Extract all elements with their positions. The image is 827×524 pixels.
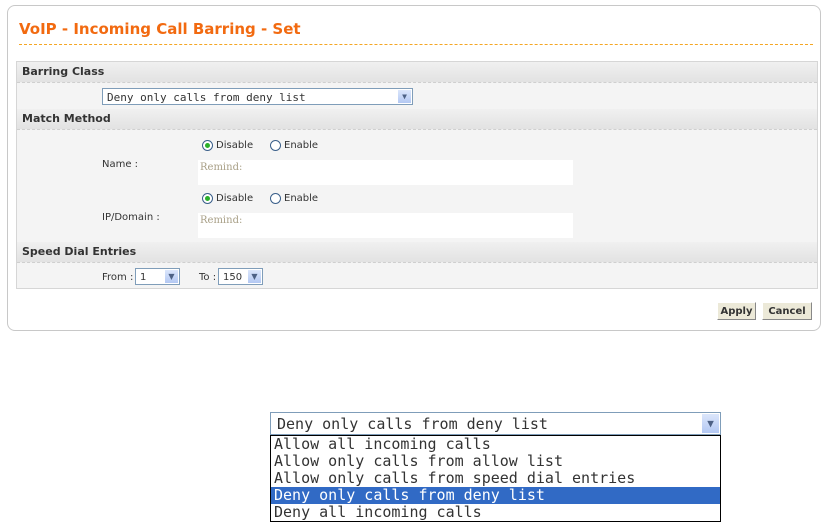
- section-header-match-method: Match Method: [17, 109, 817, 130]
- dropdown-selected-value: Deny only calls from deny list: [277, 415, 548, 433]
- ip-domain-label: IP/Domain :: [102, 212, 160, 223]
- ip-domain-remind-textarea[interactable]: Remind:: [198, 213, 573, 238]
- radio-checked-icon: [202, 140, 213, 151]
- dropdown-option[interactable]: Allow only calls from speed dial entries: [271, 470, 720, 487]
- ip-domain-disable-radio[interactable]: Disable: [202, 193, 253, 204]
- dropdown-option-highlighted[interactable]: Deny only calls from deny list: [271, 487, 720, 504]
- from-label: From :: [102, 272, 134, 283]
- barring-class-value: Deny only calls from deny list: [107, 91, 306, 104]
- cancel-button[interactable]: Cancel: [762, 302, 812, 320]
- radio-label: Enable: [284, 140, 319, 151]
- radio-unchecked-icon: [270, 140, 281, 151]
- barring-class-dropdown-expanded: Deny only calls from deny list ▼ Allow a…: [270, 412, 721, 522]
- from-select[interactable]: 1 ▼: [135, 268, 180, 285]
- chevron-down-icon: ▼: [702, 414, 719, 433]
- chevron-down-icon: ▼: [248, 270, 261, 283]
- dropdown-option[interactable]: Allow all incoming calls: [271, 436, 720, 453]
- settings-table: Barring Class Deny only calls from deny …: [16, 61, 818, 289]
- name-label: Name :: [102, 159, 139, 170]
- section-header-speed-dial: Speed Dial Entries: [17, 242, 817, 263]
- settings-panel: VoIP - Incoming Call Barring - Set Barri…: [7, 5, 821, 331]
- apply-button[interactable]: Apply: [717, 302, 756, 320]
- name-enable-radio[interactable]: Enable: [270, 140, 318, 151]
- radio-checked-icon: [202, 193, 213, 204]
- barring-class-select[interactable]: Deny only calls from deny list ▼: [102, 88, 413, 105]
- ip-domain-enable-radio[interactable]: Enable: [270, 193, 318, 204]
- dropdown-option[interactable]: Allow only calls from allow list: [271, 453, 720, 470]
- title-divider: [19, 44, 813, 45]
- name-disable-radio[interactable]: Disable: [202, 140, 253, 151]
- to-value: 150: [223, 272, 243, 283]
- name-remind-textarea[interactable]: Remind:: [198, 160, 573, 185]
- section-header-barring-class: Barring Class: [17, 62, 817, 83]
- from-value: 1: [140, 272, 147, 283]
- page-title: VoIP - Incoming Call Barring - Set: [19, 20, 301, 38]
- chevron-down-icon: ▼: [165, 270, 178, 283]
- radio-unchecked-icon: [270, 193, 281, 204]
- to-label: To :: [199, 272, 217, 283]
- dropdown-option[interactable]: Deny all incoming calls: [271, 504, 720, 521]
- chevron-down-icon: ▼: [398, 90, 411, 103]
- dropdown-select[interactable]: Deny only calls from deny list ▼: [270, 412, 721, 435]
- radio-label: Disable: [216, 140, 254, 151]
- radio-label: Disable: [216, 193, 254, 204]
- radio-label: Enable: [284, 193, 319, 204]
- to-select[interactable]: 150 ▼: [218, 268, 263, 285]
- dropdown-options-list: Allow all incoming calls Allow only call…: [270, 435, 721, 522]
